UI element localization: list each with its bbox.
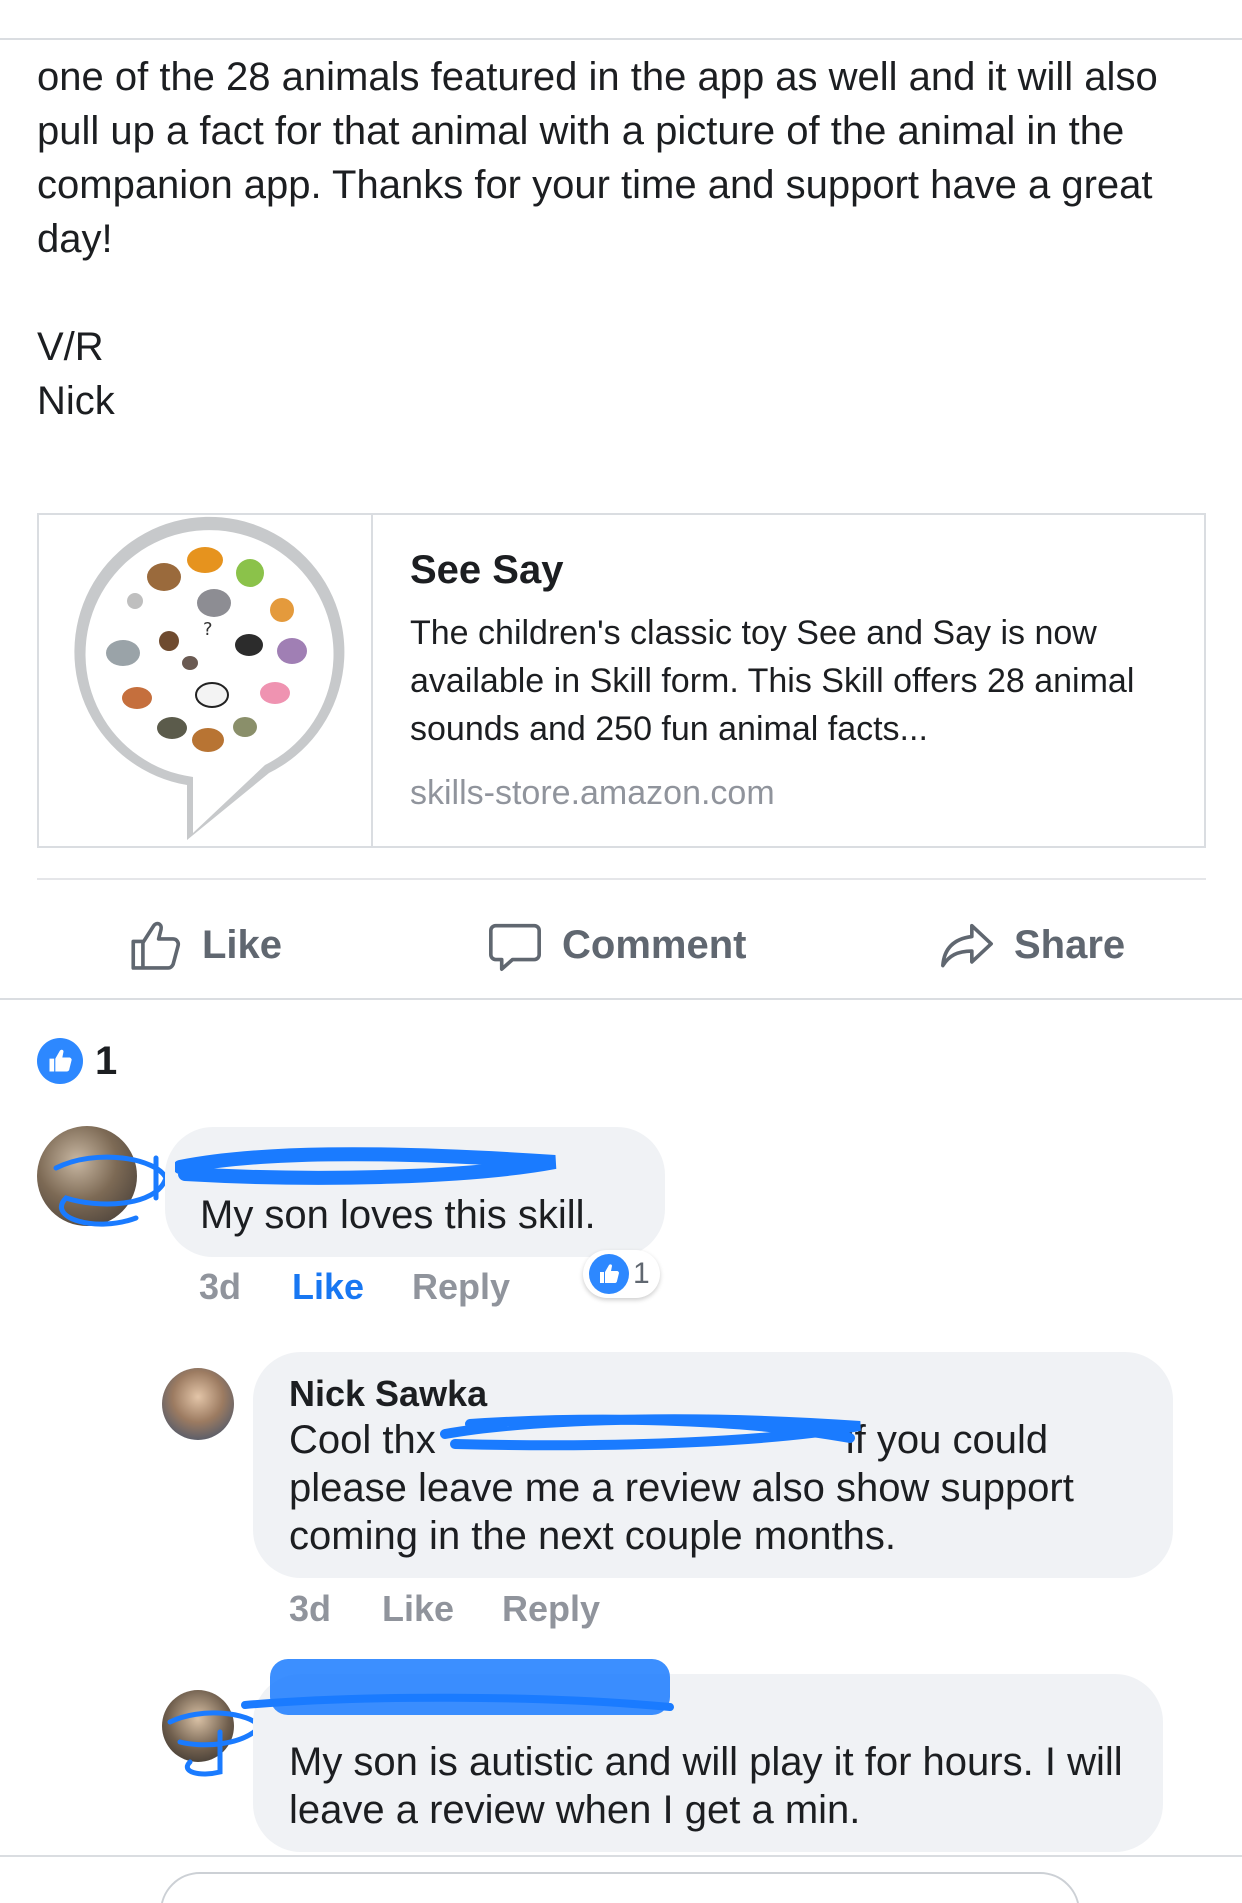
post-body: one of the 28 animals featured in the ap…: [37, 50, 1217, 266]
comment-reaction-count: 1: [633, 1257, 650, 1290]
section-divider: [0, 998, 1242, 1000]
link-domain: skills-store.amazon.com: [410, 774, 775, 812]
replier-avatar[interactable]: [162, 1368, 234, 1440]
reply-meta: 3d Like Reply: [289, 1588, 600, 1630]
link-thumbnail: ?: [39, 515, 373, 846]
like-label: Like: [202, 922, 283, 967]
alexa-skill-icon: ?: [74, 516, 345, 840]
reply-bubble[interactable]: Nick Sawka Cool thx if you could please l…: [253, 1352, 1173, 1578]
cut-off-text-line: [37, 0, 1217, 38]
reply-time: 3d: [289, 1588, 332, 1629]
signoff-line: V/R: [37, 325, 104, 369]
reply-like-link[interactable]: Like: [382, 1588, 502, 1630]
comment-reaction-pill[interactable]: 1: [583, 1250, 660, 1298]
top-divider: [0, 38, 1242, 40]
signature-line: Nick: [37, 379, 115, 423]
reaction-summary[interactable]: 1: [37, 1038, 117, 1084]
comment-composer-input[interactable]: [160, 1872, 1080, 1903]
comment-text: My son loves this skill.: [200, 1193, 596, 1237]
link-preview-card[interactable]: ? See Say The children's classic toy See…: [37, 513, 1206, 848]
comment-bubble[interactable]: My son loves this skill.: [165, 1127, 665, 1257]
action-divider: [37, 878, 1206, 880]
reply-bubble[interactable]: My son is autistic and will play it for …: [253, 1674, 1163, 1852]
comment-like-link[interactable]: Like: [292, 1266, 412, 1308]
comment-reply-link[interactable]: Reply: [412, 1266, 510, 1308]
composer-divider: [0, 1855, 1242, 1857]
reaction-count: 1: [95, 1038, 118, 1083]
reply-text: My son is autistic and will play it for …: [289, 1740, 1123, 1832]
post-action-bar: Like Comment Share: [0, 905, 1242, 985]
commenter-avatar[interactable]: [37, 1126, 137, 1226]
thumbnail-question-mark: ?: [203, 619, 213, 640]
post-body-text: one of the 28 animals featured in the ap…: [37, 55, 1158, 261]
link-title: See Say: [410, 548, 564, 592]
reply-text-rest: please leave me a review also show suppo…: [289, 1466, 1074, 1558]
reply-text-start: Cool thx: [289, 1418, 436, 1462]
like-button[interactable]: Like: [126, 905, 282, 985]
comment-time: 3d: [199, 1266, 242, 1307]
share-label: Share: [1014, 922, 1126, 967]
comment-label: Comment: [562, 922, 747, 967]
share-arrow-icon: [941, 923, 993, 968]
comment-button[interactable]: Comment: [486, 905, 746, 985]
reply-text-line1: Cool thx if you could: [289, 1416, 1048, 1464]
post-signoff: V/R Nick: [37, 320, 115, 428]
comment-meta: 3d Like Reply: [199, 1266, 510, 1308]
like-reaction-icon: [37, 1038, 83, 1084]
reply-author[interactable]: Nick Sawka: [289, 1372, 487, 1416]
link-info: See Say The children's classic toy See a…: [373, 515, 1204, 846]
link-description: The children's classic toy See and Say i…: [410, 614, 1135, 748]
like-reaction-icon: [589, 1254, 629, 1294]
comment-icon: [489, 923, 541, 971]
replier-avatar[interactable]: [162, 1690, 234, 1762]
thumbs-up-icon: [131, 921, 181, 970]
share-button[interactable]: Share: [938, 905, 1125, 985]
reply-text-tail: if you could: [845, 1418, 1049, 1462]
reply-reply-link[interactable]: Reply: [502, 1588, 600, 1630]
